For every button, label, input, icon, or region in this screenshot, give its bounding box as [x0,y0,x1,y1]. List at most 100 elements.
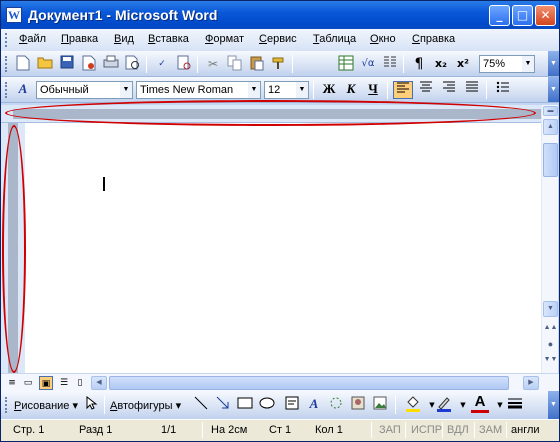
chevron-down-icon[interactable]: ▼ [248,82,260,98]
scroll-thumb[interactable] [543,143,558,177]
menu-file[interactable]: Файл [19,33,46,45]
menu-table[interactable]: Таблица [313,33,356,45]
title-bar[interactable]: W Документ1 - Microsoft Word _ □ ✕ [1,1,559,29]
toolbar-grip-icon[interactable] [5,397,9,413]
research-icon[interactable] [175,55,193,73]
open-icon[interactable] [36,55,54,73]
text-box-icon[interactable] [283,396,301,414]
rectangle-icon[interactable] [236,396,254,414]
horizontal-scrollbar-row: ≡ ▭ ▣ ☰ ▯ ◀ ▶ [1,373,559,391]
toolbar-options-icon[interactable]: ▼ [548,391,559,419]
select-objects-icon[interactable] [83,395,101,414]
menu-view[interactable]: Вид [114,33,134,45]
chevron-down-icon[interactable]: ▼ [522,56,534,72]
word-app-icon[interactable]: W [6,7,22,23]
normal-view-icon[interactable]: ≡ [5,376,19,390]
status-track-changes[interactable]: ИСПР [411,424,442,436]
chevron-down-icon[interactable]: ▼ [296,82,308,98]
clip-art-icon[interactable] [349,396,367,414]
print-preview-icon[interactable] [124,55,142,73]
arrow-icon[interactable] [214,396,232,414]
wordart-icon[interactable]: A [305,396,323,414]
status-overtype[interactable]: ЗАМ [479,424,502,436]
bullets-button[interactable] [493,81,513,99]
horizontal-scroll-thumb[interactable] [109,376,509,390]
web-layout-icon[interactable]: ▭ [21,376,35,390]
status-extend[interactable]: ВДЛ [447,424,469,436]
toolbar-grip-icon[interactable] [5,82,9,98]
subscript-icon[interactable]: x₂ [432,55,450,73]
vertical-ruler[interactable] [1,123,25,373]
print-icon[interactable] [102,55,120,73]
toolbar-options-icon[interactable]: ▼ [548,51,559,76]
insert-excel-icon[interactable] [337,55,355,73]
insert-picture-icon[interactable] [371,396,389,414]
chevron-down-icon[interactable]: ▼ [120,82,132,98]
menu-window[interactable]: Окно [370,33,396,45]
new-document-icon[interactable] [14,55,32,73]
align-center-button[interactable] [416,81,436,99]
font-combo[interactable]: Times New Roman ▼ [136,81,261,99]
format-painter-icon[interactable] [270,55,288,73]
menu-bar: Файл Правка Вид Вставка Формат Сервис Та… [1,29,559,51]
minimize-button[interactable]: _ [489,5,510,26]
line-color-icon[interactable] [435,396,453,414]
document-area[interactable] [25,123,541,373]
style-combo[interactable]: Обычный ▼ [36,81,133,99]
close-button[interactable]: ✕ [535,5,556,26]
paste-icon[interactable] [248,55,266,73]
styles-pane-icon[interactable]: A [14,81,32,99]
bold-button[interactable]: Ж [319,81,339,99]
browse-object-icon[interactable]: ● [543,337,558,353]
scroll-down-icon[interactable]: ▼ [543,301,558,317]
scroll-up-icon[interactable]: ▲ [543,119,558,135]
horizontal-ruler[interactable] [1,105,541,123]
justify-button[interactable] [462,81,482,99]
menubar-grip-icon[interactable] [5,33,9,47]
fill-color-icon[interactable] [404,396,422,414]
menu-help[interactable]: Справка [412,33,455,45]
reading-view-icon[interactable]: ▯ [73,376,87,390]
font-size-combo[interactable]: 12 ▼ [264,81,309,99]
oval-icon[interactable] [258,396,276,414]
menu-tools[interactable]: Сервис [259,33,297,45]
scroll-right-icon[interactable]: ▶ [523,376,539,390]
autoshapes-menu[interactable]: Автофигуры ▾ [110,399,181,412]
menu-edit[interactable]: Правка [61,33,98,45]
draw-menu[interactable]: Рисование ▾ [14,399,78,412]
toolbar-grip-icon[interactable] [5,56,9,72]
maximize-button[interactable]: □ [512,5,533,26]
split-box[interactable]: ▬ [543,106,558,116]
align-right-button[interactable] [439,81,459,99]
chevron-down-icon[interactable]: ▼ [454,396,472,414]
toolbar-options-icon[interactable]: ▼ [548,77,559,102]
permission-icon[interactable] [80,55,98,73]
line-icon[interactable] [192,396,210,414]
insert-formula-icon[interactable]: √α [359,55,377,73]
menu-insert[interactable]: Вставка [148,33,189,45]
toolbar-separator [146,55,147,73]
spelling-icon[interactable]: ✓ [153,55,171,73]
align-left-button[interactable] [393,81,413,99]
next-page-icon[interactable]: ▼▼ [543,353,558,369]
superscript-icon[interactable]: x² [454,55,472,73]
status-record-macro[interactable]: ЗАП [379,424,401,436]
cut-icon[interactable]: ✂ [204,55,222,73]
columns-icon[interactable] [381,55,399,73]
outline-view-icon[interactable]: ☰ [57,376,71,390]
copy-icon[interactable] [226,55,244,73]
diagram-icon[interactable] [327,396,345,414]
underline-button[interactable]: Ч [363,81,383,99]
scroll-left-icon[interactable]: ◀ [91,376,107,390]
save-icon[interactable] [58,55,76,73]
zoom-combo[interactable]: 75% ▼ [479,55,535,73]
italic-button[interactable]: К [341,81,361,99]
show-formatting-icon[interactable]: ¶ [410,55,428,73]
menu-format[interactable]: Формат [205,33,244,45]
line-style-icon[interactable] [506,396,524,414]
vertical-scrollbar[interactable]: ▬ ▲ ▼ ▲▲ ● ▼▼ [541,105,558,373]
print-layout-icon[interactable]: ▣ [39,376,53,390]
previous-page-icon[interactable]: ▲▲ [543,321,558,337]
font-color-icon[interactable]: A [471,394,489,413]
standard-toolbar: ✓ ✂ √α ¶ x₂ x² 75% ▼ ▼ [1,51,559,77]
